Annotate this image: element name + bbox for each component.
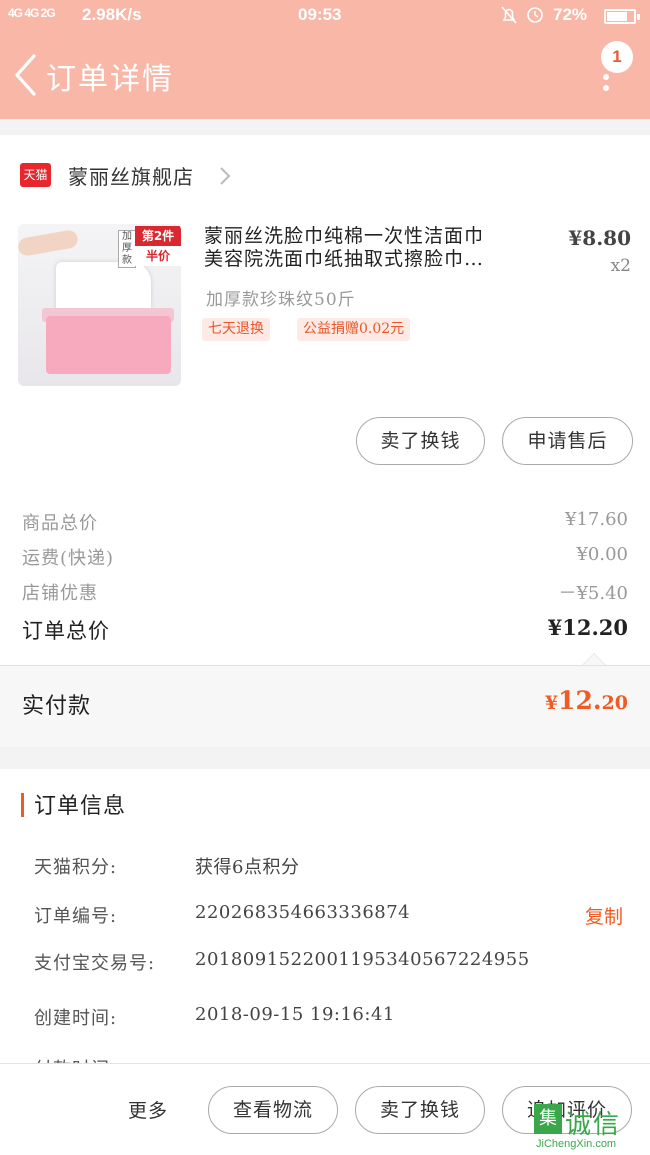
notification-badge[interactable]: 1 — [601, 41, 633, 73]
sell-for-cash-button[interactable]: 卖了换钱 — [356, 417, 485, 465]
signal-icon: 4G 4G 2G — [8, 6, 56, 20]
bell-alarm-icons — [500, 5, 546, 30]
sell-for-cash-button-bottom[interactable]: 卖了换钱 — [355, 1086, 485, 1134]
order-card: 天猫 蒙丽丝旗舰店 加厚款 第2件 半价 蒙丽丝洗脸巾纯棉一次性洁面巾 美容院洗… — [0, 135, 650, 747]
product-title[interactable]: 蒙丽丝洗脸巾纯棉一次性洁面巾 美容院洗面巾纸抽取式擦脸巾… — [204, 225, 542, 271]
network-speed: 2.98K/s — [82, 5, 142, 24]
image-tag-promo: 第2件 半价 — [135, 226, 181, 266]
shop-row[interactable]: 天猫 蒙丽丝旗舰店 — [0, 153, 650, 197]
info-row-order-number: 订单编号: 220268354663336874 复制 — [34, 902, 624, 929]
shop-name[interactable]: 蒙丽丝旗舰店 — [68, 161, 194, 190]
summary-order-total: 订单总价 ¥12.20 — [22, 615, 628, 643]
more-button[interactable]: 更多 — [128, 1096, 168, 1123]
clock: 09:53 — [298, 5, 342, 24]
back-arrow-icon[interactable] — [12, 52, 38, 98]
battery-percent: 72% — [553, 5, 588, 24]
info-row-created-time: 创建时间: 2018-09-15 19:16:41 — [34, 1004, 395, 1029]
charity-tag: 公益捐赠0.02元 — [297, 318, 411, 341]
watermark-logo: 集 诚信 JiChengXin.com — [534, 1104, 650, 1155]
image-tag-thick: 加厚款 — [118, 230, 136, 268]
product-sku: 加厚款珍珠纹50斤 — [206, 290, 356, 310]
summary-shipping: 运费(快递) ¥0.00 — [22, 544, 628, 569]
info-row-points: 天猫积分: 获得6点积分 — [34, 857, 300, 878]
product-quantity: x2 — [610, 256, 631, 276]
summary-goods-total: 商品总价 ¥17.60 — [22, 509, 628, 534]
amount-paid: 实付款 ¥12.20 — [0, 666, 650, 747]
status-bar: 4G 4G 2G 2.98K/s 09:53 72% — [0, 0, 650, 32]
product-image[interactable]: 加厚款 第2件 半价 — [18, 224, 181, 386]
battery-icon — [604, 9, 640, 24]
tmall-logo-icon: 天猫 — [20, 163, 51, 187]
chevron-right-icon — [220, 167, 231, 185]
amount-paid-label: 实付款 — [22, 694, 92, 719]
summary-shop-discount: 店铺优惠 －¥5.40 — [22, 583, 628, 604]
order-info-section: 订单信息 天猫积分: 获得6点积分 订单编号: 2202683546633368… — [0, 769, 650, 1080]
copy-button[interactable]: 复制 — [585, 902, 623, 929]
order-info-heading: 订单信息 — [34, 794, 127, 819]
view-logistics-button[interactable]: 查看物流 — [208, 1086, 338, 1134]
bell-icon — [501, 6, 543, 24]
product-price: ¥8.80 — [568, 226, 631, 250]
amount-paid-value: ¥12.20 — [544, 686, 628, 715]
page-title: 订单详情 — [46, 62, 174, 97]
info-row-alipay-number: 支付宝交易号: 2018091522001195340567224955 — [34, 949, 530, 974]
app-header: 订单详情 1 — [0, 32, 650, 119]
after-sale-button[interactable]: 申请售后 — [502, 417, 633, 465]
return-policy-tag: 七天退换 — [202, 318, 270, 341]
